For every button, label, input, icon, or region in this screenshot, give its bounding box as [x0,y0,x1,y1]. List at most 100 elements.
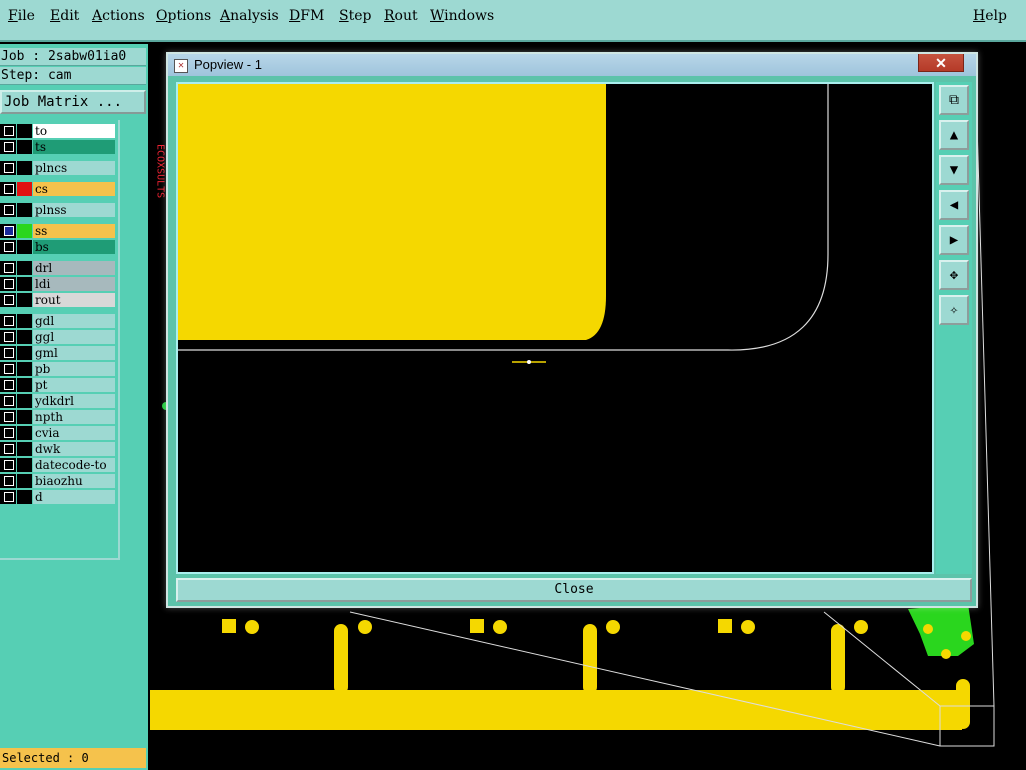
layer-color-swatch[interactable] [17,124,32,138]
layer-name[interactable]: pb [33,362,115,376]
menu-help[interactable]: Help [973,8,1007,24]
layer-name[interactable]: gml [33,346,115,360]
layer-color-swatch[interactable] [17,203,32,217]
layer-name[interactable]: datecode-to [33,458,115,472]
zoom-fit-icon[interactable]: ✥ [939,260,969,290]
layer-name[interactable]: ss [33,224,115,238]
layer-row[interactable]: to [0,124,118,138]
layer-color-swatch[interactable] [17,346,32,360]
layer-color-swatch[interactable] [17,182,32,196]
menu-step[interactable]: Step [339,8,371,24]
layer-checkbox[interactable] [4,364,14,374]
layer-color-swatch[interactable] [17,277,32,291]
layer-color-swatch[interactable] [17,224,32,238]
layer-name[interactable]: plnss [33,203,115,217]
layer-color-swatch[interactable] [17,261,32,275]
layer-checkbox[interactable] [4,380,14,390]
layer-name[interactable]: bs [33,240,115,254]
layer-row[interactable]: pb [0,362,118,376]
layer-row[interactable]: pt [0,378,118,392]
layer-checkbox[interactable] [4,279,14,289]
layer-row[interactable]: cvia [0,426,118,440]
layer-name[interactable]: drl [33,261,115,275]
layer-row[interactable]: d [0,490,118,504]
layer-name[interactable]: ydkdrl [33,394,115,408]
view-right-icon[interactable]: ▶ [939,225,969,255]
layer-checkbox[interactable] [4,348,14,358]
close-icon[interactable]: ✕ [918,54,964,72]
popview-canvas[interactable] [176,82,934,574]
layer-color-swatch[interactable] [17,240,32,254]
view-top-icon[interactable]: ▲ [939,120,969,150]
layer-color-swatch[interactable] [17,314,32,328]
menu-actions[interactable]: Actions [92,8,145,24]
layer-row[interactable]: gdl [0,314,118,328]
layer-checkbox[interactable] [4,242,14,252]
layer-name[interactable]: biaozhu [33,474,115,488]
menu-file[interactable]: File [8,8,35,24]
layer-color-swatch[interactable] [17,474,32,488]
job-matrix-button[interactable]: Job Matrix ... [0,90,146,114]
layer-row[interactable]: plncs [0,161,118,175]
layer-row[interactable]: biaozhu [0,474,118,488]
layer-row[interactable]: drl [0,261,118,275]
layer-checkbox[interactable] [4,142,14,152]
layer-checkbox[interactable] [4,263,14,273]
layer-checkbox[interactable] [4,492,14,502]
layer-color-swatch[interactable] [17,362,32,376]
layer-name[interactable]: d [33,490,115,504]
layer-name[interactable]: cvia [33,426,115,440]
layer-color-swatch[interactable] [17,442,32,456]
layer-color-swatch[interactable] [17,293,32,307]
layer-checkbox[interactable] [4,316,14,326]
layer-color-swatch[interactable] [17,410,32,424]
layer-row[interactable]: ss [0,224,118,238]
menu-rout[interactable]: Rout [384,8,418,24]
layer-checkbox[interactable] [4,476,14,486]
layer-checkbox[interactable] [4,295,14,305]
layer-color-swatch[interactable] [17,378,32,392]
layer-row[interactable]: ldi [0,277,118,291]
zoom-window-icon[interactable]: ⧉ [939,85,969,115]
layer-row[interactable]: npth [0,410,118,424]
layer-checkbox[interactable] [4,460,14,470]
layer-checkbox[interactable] [4,226,14,236]
layer-row[interactable]: ts [0,140,118,154]
layer-checkbox[interactable] [4,126,14,136]
layer-name[interactable]: ggl [33,330,115,344]
menu-options[interactable]: Options [156,8,211,24]
layer-row[interactable]: ggl [0,330,118,344]
menu-edit[interactable]: Edit [50,8,79,24]
view-left-icon[interactable]: ◀ [939,190,969,220]
layer-row[interactable]: ydkdrl [0,394,118,408]
layer-color-swatch[interactable] [17,140,32,154]
layer-name[interactable]: ts [33,140,115,154]
layer-row[interactable]: datecode-to [0,458,118,472]
layer-row[interactable]: dwk [0,442,118,456]
layer-name[interactable]: npth [33,410,115,424]
layer-checkbox[interactable] [4,184,14,194]
menu-windows[interactable]: Windows [430,8,494,24]
layer-name[interactable]: rout [33,293,115,307]
layer-name[interactable]: cs [33,182,115,196]
layer-row[interactable]: rout [0,293,118,307]
layer-row[interactable]: plnss [0,203,118,217]
layer-checkbox[interactable] [4,396,14,406]
layer-checkbox[interactable] [4,444,14,454]
layer-name[interactable]: plncs [33,161,115,175]
layer-name[interactable]: to [33,124,115,138]
layer-name[interactable]: dwk [33,442,115,456]
layer-name[interactable]: pt [33,378,115,392]
layer-row[interactable]: gml [0,346,118,360]
layer-color-swatch[interactable] [17,426,32,440]
layer-color-swatch[interactable] [17,330,32,344]
close-button[interactable]: Close [176,578,972,602]
layer-checkbox[interactable] [4,163,14,173]
layer-color-swatch[interactable] [17,490,32,504]
layer-checkbox[interactable] [4,428,14,438]
layer-row[interactable]: bs [0,240,118,254]
menu-dfm[interactable]: DFM [289,8,324,24]
layer-color-swatch[interactable] [17,394,32,408]
layer-name[interactable]: gdl [33,314,115,328]
layer-color-swatch[interactable] [17,161,32,175]
